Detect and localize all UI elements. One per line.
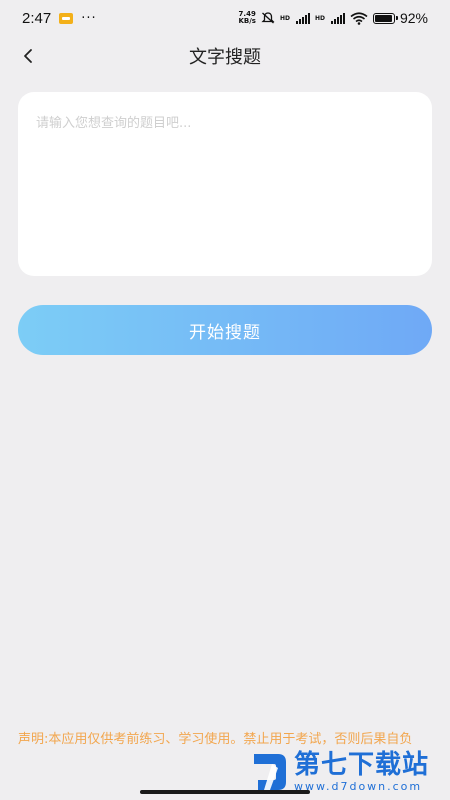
signal-icon-1 (295, 12, 310, 24)
hd-label-1: HD (279, 14, 290, 22)
start-search-button[interactable]: 开始搜题 (18, 305, 432, 355)
battery-level (374, 14, 392, 22)
watermark-url: www.d7down.com (294, 780, 423, 793)
wifi-icon (350, 11, 368, 25)
question-input-card (18, 92, 432, 276)
watermark-logo-icon (254, 754, 286, 790)
chevron-left-icon (24, 49, 32, 63)
gallery-notification-icon (59, 12, 74, 24)
signal-icon-2 (330, 12, 345, 24)
status-bar: 2:47 ··· 7.49 KB/s HD HD 92% (0, 0, 450, 36)
status-left: 2:47 ··· (22, 10, 97, 27)
hd-label-2: HD (314, 14, 325, 22)
question-input[interactable] (18, 92, 432, 276)
mute-bell-icon (261, 12, 275, 24)
watermark-name: 第七下载站 (294, 750, 430, 780)
start-search-label: 开始搜题 (189, 322, 261, 343)
more-notifications-icon: ··· (81, 10, 97, 26)
network-speed-unit: KB/s (238, 17, 256, 25)
battery-icon (372, 12, 398, 24)
watermark-text: 第七下载站 www.d7down.com (294, 752, 429, 792)
status-right: 7.49 KB/s HD HD 92% (238, 10, 428, 26)
battery-percent: 92% (399, 10, 428, 26)
page-title: 文字搜题 (189, 47, 261, 68)
header: 文字搜题 (0, 36, 450, 76)
back-button[interactable] (14, 42, 42, 70)
home-indicator[interactable] (140, 790, 310, 794)
network-speed: 7.49 KB/s (238, 11, 255, 25)
status-time: 2:47 (22, 9, 52, 27)
